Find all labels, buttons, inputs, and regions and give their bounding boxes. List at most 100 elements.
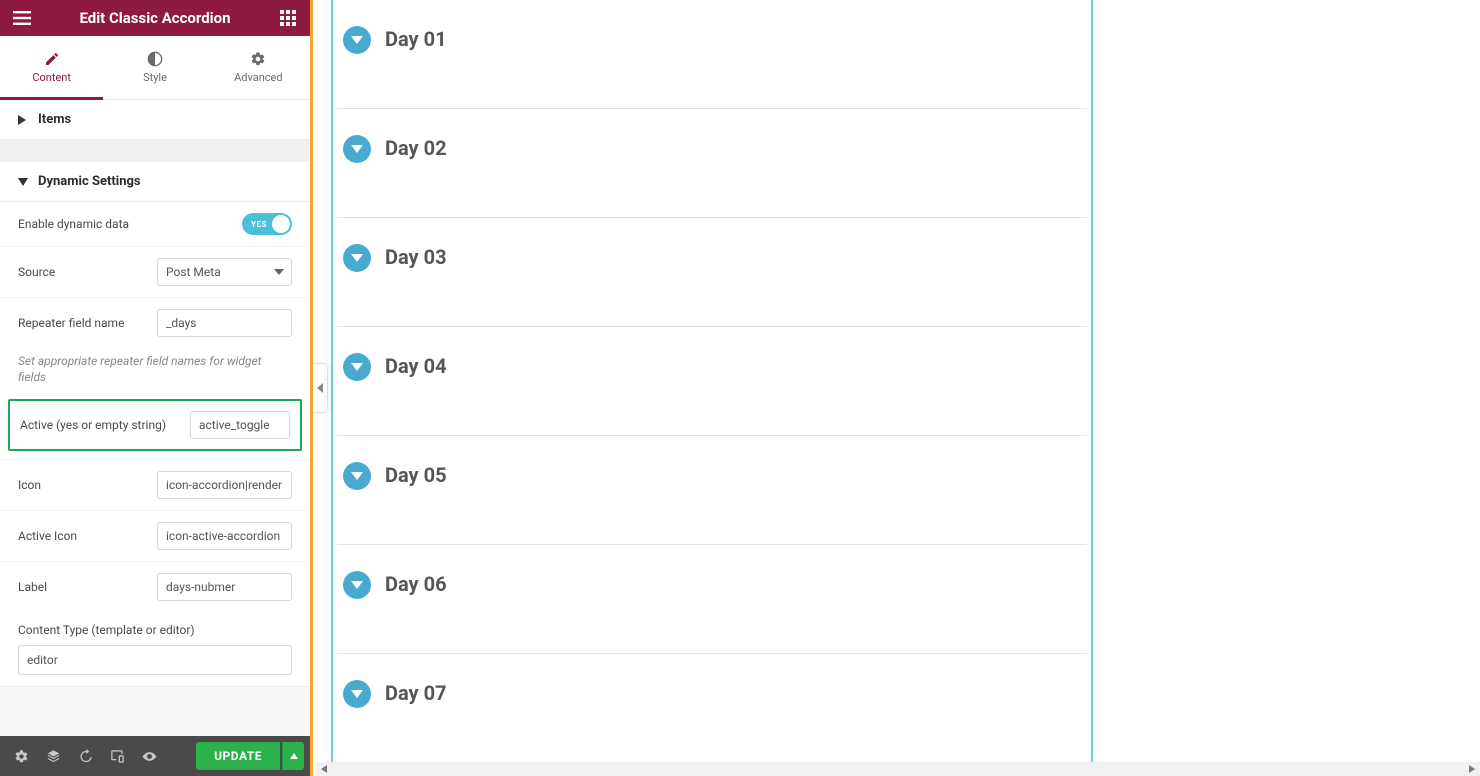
sidebar-collapse-handle[interactable] xyxy=(313,363,328,413)
caret-up-icon xyxy=(290,753,298,759)
row-active-highlighted: Active (yes or empty string) xyxy=(8,399,302,451)
preview-canvas: Day 01 Day 02 Day 03 Day 04 Day 05 xyxy=(313,0,1480,776)
row-enable-dynamic-data: Enable dynamic data YES xyxy=(0,202,310,246)
row-label-field: Label xyxy=(0,561,310,612)
gear-icon xyxy=(250,51,266,67)
contrast-icon xyxy=(147,51,163,67)
accordion-item[interactable]: Day 06 xyxy=(337,545,1087,654)
icon-field-input[interactable] xyxy=(157,471,292,499)
layers-icon xyxy=(46,749,61,764)
accordion-item[interactable]: Day 03 xyxy=(337,218,1087,327)
tab-advanced[interactable]: Advanced xyxy=(207,36,310,99)
section-items-label: Items xyxy=(38,112,71,127)
scroll-left-arrow[interactable] xyxy=(316,762,332,776)
accordion-item-title: Day 05 xyxy=(385,463,447,487)
gear-icon xyxy=(14,749,29,764)
row-content-type: Content Type (template or editor) xyxy=(0,612,310,686)
row-repeater-field-name: Repeater field name xyxy=(0,297,310,348)
accordion-item[interactable]: Day 07 xyxy=(337,654,1087,762)
accordion-widget[interactable]: Day 01 Day 02 Day 03 Day 04 Day 05 xyxy=(331,0,1093,762)
accordion-item[interactable]: Day 05 xyxy=(337,436,1087,545)
tab-content[interactable]: Content xyxy=(0,36,103,99)
caret-right-icon xyxy=(18,115,28,125)
source-label: Source xyxy=(18,265,157,279)
chevron-down-circle-icon xyxy=(343,353,371,381)
grid-icon xyxy=(280,10,296,26)
chevron-down-circle-icon xyxy=(343,244,371,272)
accordion-item[interactable]: Day 01 xyxy=(337,0,1087,109)
footer-responsive-button[interactable] xyxy=(102,736,132,776)
active-icon-input[interactable] xyxy=(157,522,292,550)
section-dynamic-settings-head[interactable]: Dynamic Settings xyxy=(0,162,310,202)
tab-advanced-label: Advanced xyxy=(234,71,282,84)
label-field-label: Label xyxy=(18,580,157,594)
chevron-down-circle-icon xyxy=(343,571,371,599)
accordion-item-title: Day 03 xyxy=(385,245,447,269)
row-active-icon: Active Icon xyxy=(0,510,310,561)
accordion-item-title: Day 02 xyxy=(385,136,447,160)
content-type-label: Content Type (template or editor) xyxy=(18,623,292,637)
section-items-head[interactable]: Items xyxy=(0,100,310,140)
update-options-button[interactable] xyxy=(282,742,304,770)
chevron-left-icon xyxy=(317,383,323,393)
footer-preview-button[interactable] xyxy=(134,736,164,776)
active-input[interactable] xyxy=(190,411,290,439)
icon-field-label: Icon xyxy=(18,478,157,492)
editor-sidebar: Edit Classic Accordion Content Style A xyxy=(0,0,313,776)
footer-settings-button[interactable] xyxy=(6,736,36,776)
responsive-icon xyxy=(110,749,125,764)
repeater-field-name-label: Repeater field name xyxy=(18,316,157,330)
dynamic-settings-panel: Enable dynamic data YES Source Post Meta xyxy=(0,202,310,687)
footer-navigator-button[interactable] xyxy=(38,736,68,776)
label-field-input[interactable] xyxy=(157,573,292,601)
pencil-icon xyxy=(44,51,60,67)
horizontal-scrollbar[interactable] xyxy=(316,762,1480,776)
chevron-down-circle-icon xyxy=(343,135,371,163)
enable-dynamic-data-label: Enable dynamic data xyxy=(18,217,242,231)
repeater-help-text: Set appropriate repeater field names for… xyxy=(0,348,310,399)
history-icon xyxy=(78,749,93,764)
section-dynamic-settings-label: Dynamic Settings xyxy=(38,174,141,189)
tab-style[interactable]: Style xyxy=(103,36,206,99)
caret-down-icon xyxy=(18,178,28,186)
sidebar-body: Items Dynamic Settings Enable dynamic da… xyxy=(0,100,310,736)
toggle-yes-text: YES xyxy=(251,220,267,229)
enable-dynamic-data-toggle[interactable]: YES xyxy=(242,213,292,235)
footer-history-button[interactable] xyxy=(70,736,100,776)
widgets-grid-button[interactable] xyxy=(266,0,310,36)
section-items: Items xyxy=(0,100,310,140)
app-root: Edit Classic Accordion Content Style A xyxy=(0,0,1480,776)
scroll-right-arrow[interactable] xyxy=(1464,762,1480,776)
sidebar-header: Edit Classic Accordion xyxy=(0,0,310,36)
accordion-item-title: Day 01 xyxy=(385,27,447,51)
chevron-down-circle-icon xyxy=(343,26,371,54)
accordion-item-title: Day 07 xyxy=(385,681,447,705)
hamburger-button[interactable] xyxy=(0,0,44,36)
accordion-item[interactable]: Day 02 xyxy=(337,109,1087,218)
sidebar-title: Edit Classic Accordion xyxy=(44,9,266,27)
hamburger-icon xyxy=(13,11,31,25)
source-select[interactable]: Post Meta xyxy=(157,258,292,286)
section-dynamic-settings: Dynamic Settings Enable dynamic data YES… xyxy=(0,162,310,687)
section-spacer xyxy=(0,140,310,162)
sidebar-tabs: Content Style Advanced xyxy=(0,36,310,100)
caret-left-icon xyxy=(321,765,327,773)
sidebar-footer: UPDATE xyxy=(0,736,310,776)
accordion-item-title: Day 06 xyxy=(385,572,447,596)
row-icon: Icon xyxy=(0,459,310,510)
accordion-item[interactable]: Day 04 xyxy=(337,327,1087,436)
tab-content-label: Content xyxy=(32,71,71,84)
chevron-down-circle-icon xyxy=(343,680,371,708)
update-button[interactable]: UPDATE xyxy=(196,742,280,770)
active-label: Active (yes or empty string) xyxy=(20,418,190,432)
source-select-wrap: Post Meta xyxy=(157,258,292,286)
eye-icon xyxy=(142,749,157,764)
canvas-scroll[interactable]: Day 01 Day 02 Day 03 Day 04 Day 05 xyxy=(313,0,1480,776)
repeater-field-name-input[interactable] xyxy=(157,309,292,337)
row-source: Source Post Meta xyxy=(0,246,310,297)
toggle-knob xyxy=(272,215,290,233)
content-type-input[interactable] xyxy=(18,645,292,675)
accordion-item-title: Day 04 xyxy=(385,354,447,378)
chevron-down-circle-icon xyxy=(343,462,371,490)
active-icon-label: Active Icon xyxy=(18,529,157,543)
